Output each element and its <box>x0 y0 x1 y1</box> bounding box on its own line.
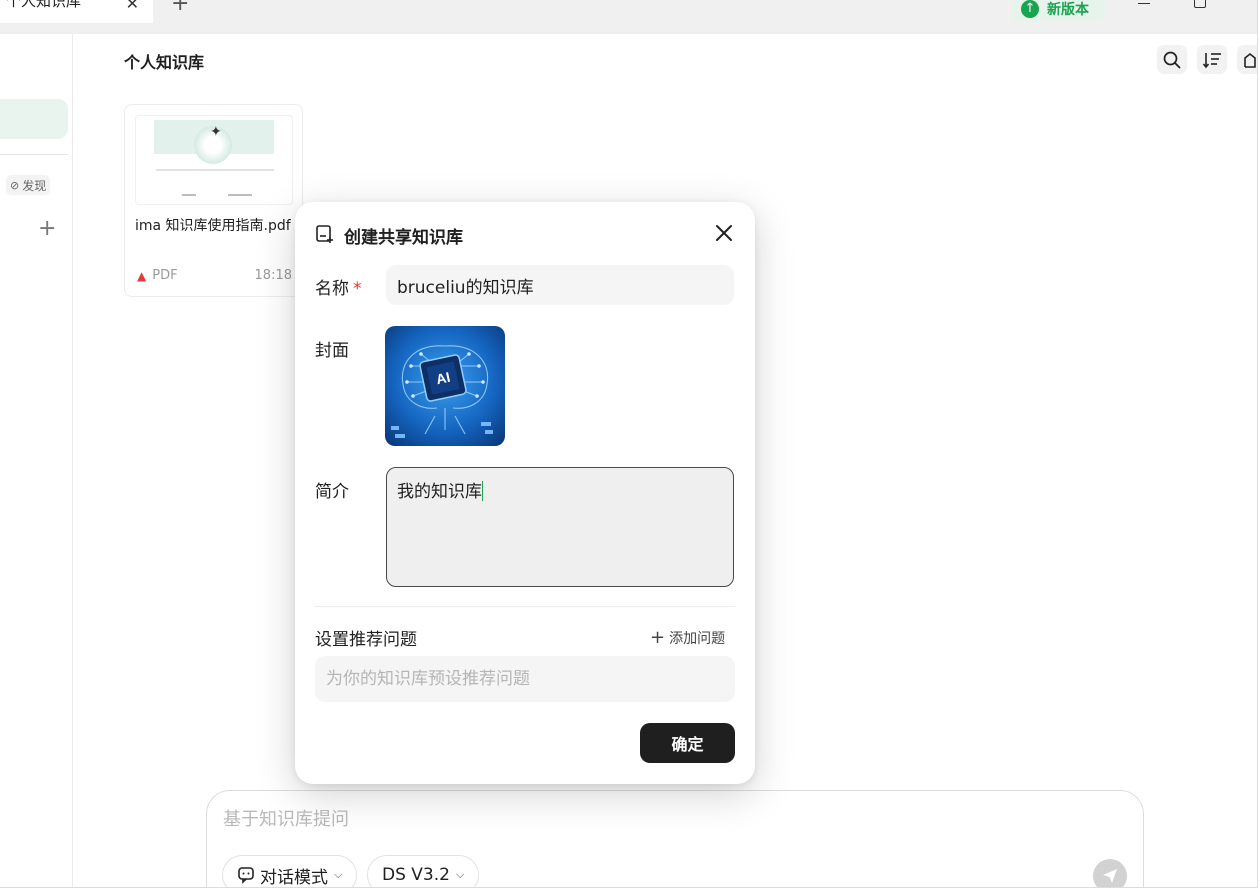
ai-chip-cover-image: AI <box>385 326 505 446</box>
chat-box: 对话模式 ⌵ DS V3.2 ⌵ <box>206 790 1144 888</box>
sparkle-icon: ✦ <box>210 124 222 140</box>
file-name: ima 知识库使用指南.pdf <box>135 218 291 234</box>
close-icon[interactable] <box>713 222 735 244</box>
add-icon[interactable]: + <box>38 216 56 241</box>
recommended-question-input[interactable] <box>315 656 735 702</box>
name-label: 名称 * <box>315 274 362 299</box>
mode-label: 对话模式 <box>260 867 328 888</box>
sort-button[interactable] <box>1197 45 1227 74</box>
chat-input[interactable] <box>223 809 1023 830</box>
description-label: 简介 <box>315 482 349 502</box>
cover-image[interactable]: AI <box>385 326 505 446</box>
discover-label: 发现 <box>22 178 47 193</box>
thumbnail-text-line <box>228 194 252 196</box>
add-question-label: 添加问题 <box>669 630 726 647</box>
pdf-icon: ▲ <box>137 268 147 283</box>
sidebar-item-active[interactable] <box>0 99 68 139</box>
app-window: 个人知识库 ✕ + ↑ 新版本 ⊘ 发现 + 个人知识库 ✦ ima 知识库使用… <box>0 0 1258 888</box>
name-label-text: 名称 <box>315 279 349 299</box>
name-field[interactable] <box>386 265 734 305</box>
dialog-divider <box>315 606 735 607</box>
search-icon <box>1163 51 1181 68</box>
send-button[interactable] <box>1093 859 1127 887</box>
mode-select[interactable]: 对话模式 ⌵ <box>222 855 358 888</box>
new-tab-icon[interactable]: + <box>171 0 189 16</box>
tab-label: 个人知识库 <box>6 0 82 10</box>
thumbnail-text-line <box>182 194 196 196</box>
file-card[interactable]: ✦ ima 知识库使用指南.pdf ▲ PDF 18:18 <box>124 104 303 297</box>
cover-label: 封面 <box>315 341 349 361</box>
plus-icon: + <box>650 627 666 648</box>
chevron-down-icon: ⌵ <box>455 868 465 881</box>
new-version-button[interactable]: ↑ 新版本 <box>1011 0 1105 22</box>
arrow-up-icon: ↑ <box>1021 0 1039 18</box>
dialog-title: 创建共享知识库 <box>344 228 463 248</box>
page-title: 个人知识库 <box>124 53 205 72</box>
sort-icon <box>1202 52 1221 68</box>
chat-bubble-icon <box>238 867 254 884</box>
send-icon <box>1103 869 1117 883</box>
confirm-button[interactable]: 确定 <box>640 723 735 763</box>
minimize-icon[interactable] <box>1138 3 1150 4</box>
tab-bar: 个人知识库 ✕ + ↑ 新版本 <box>0 0 1257 34</box>
file-thumbnail: ✦ <box>135 115 293 205</box>
create-kb-icon <box>316 225 333 243</box>
search-button[interactable] <box>1157 45 1187 74</box>
sidebar-item-discover[interactable]: ⊘ 发现 <box>6 175 51 195</box>
sidebar-divider <box>0 154 68 155</box>
maximize-icon[interactable] <box>1194 0 1206 8</box>
description-value: 我的知识库 <box>397 482 482 502</box>
thumbnail-text-line <box>156 169 274 171</box>
add-question-button[interactable]: + 添加问题 <box>650 627 725 648</box>
new-version-label: 新版本 <box>1047 2 1089 18</box>
model-select[interactable]: DS V3.2 ⌵ <box>367 855 480 887</box>
more-tool-button[interactable] <box>1237 45 1257 74</box>
sidebar: ⊘ 发现 + <box>0 34 73 887</box>
file-time: 18:18 <box>254 268 292 283</box>
text-caret <box>482 481 483 501</box>
home-icon <box>1244 52 1256 68</box>
chevron-down-icon: ⌵ <box>334 868 343 881</box>
description-field[interactable]: 我的知识库 <box>386 467 734 587</box>
model-label: DS V3.2 <box>382 865 450 885</box>
file-type: ▲ PDF <box>137 268 178 283</box>
close-icon[interactable]: ✕ <box>126 0 139 13</box>
file-type-label: PDF <box>152 268 178 283</box>
recommended-questions-title: 设置推荐问题 <box>315 630 417 650</box>
create-shared-kb-dialog: 创建共享知识库 名称* 封面 <box>295 202 755 784</box>
required-mark: * <box>353 279 362 299</box>
compass-icon: ⊘ <box>10 178 20 192</box>
tab-personal-kb[interactable]: 个人知识库 ✕ <box>0 0 153 23</box>
